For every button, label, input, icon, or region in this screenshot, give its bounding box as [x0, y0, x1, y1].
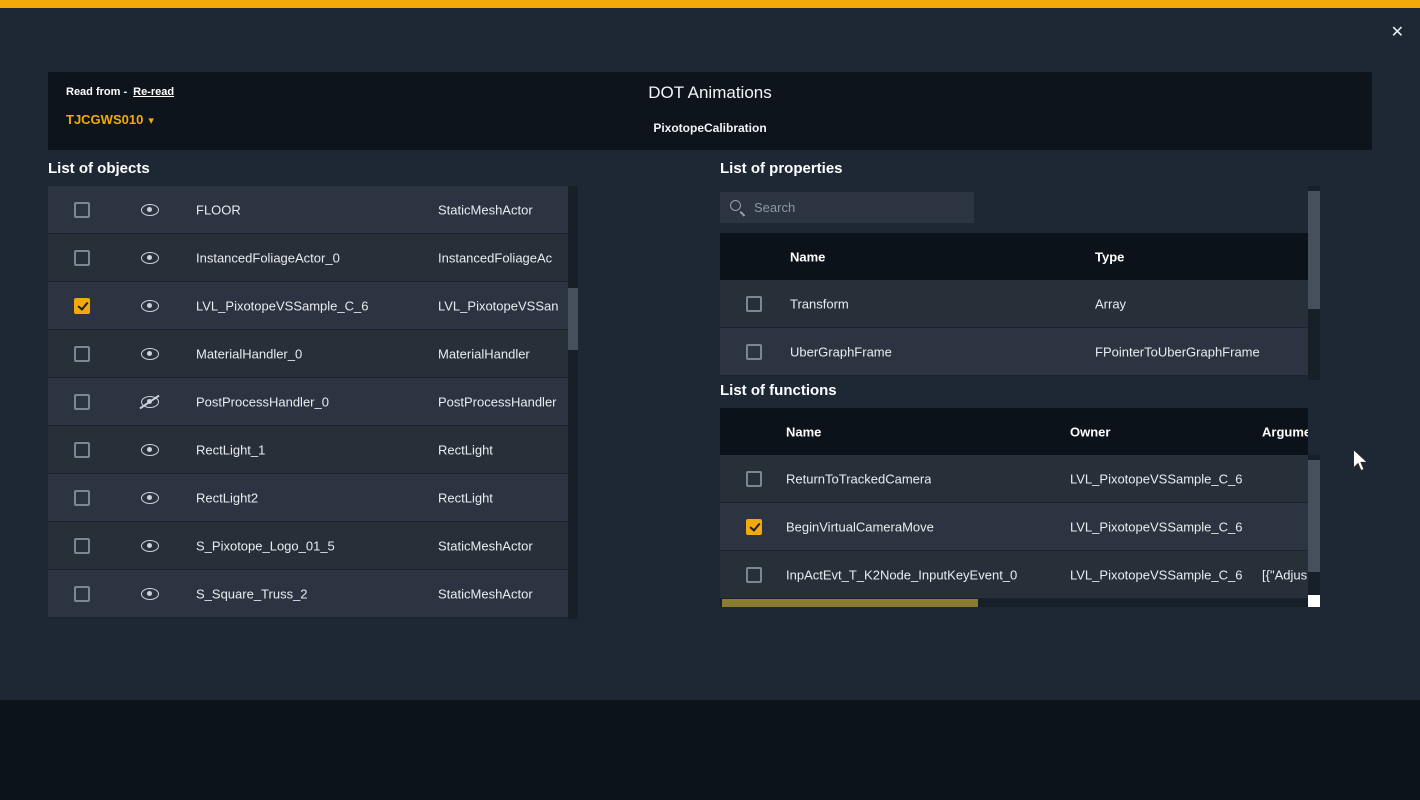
column-header-owner: Owner: [1070, 424, 1255, 439]
row-checkbox[interactable]: [74, 538, 90, 554]
eye-icon[interactable]: [140, 491, 160, 505]
function-row[interactable]: InpActEvt_T_K2Node_InputKeyEvent_0 LVL_P…: [720, 551, 1308, 599]
object-type: StaticMeshActor: [438, 586, 568, 601]
column-header-name: Name: [786, 424, 821, 439]
property-type: FPointerToUberGraphFrame: [1095, 344, 1300, 359]
eye-icon[interactable]: [140, 203, 160, 217]
properties-search[interactable]: [720, 192, 974, 223]
function-name: BeginVirtualCameraMove: [786, 519, 934, 534]
row-checkbox[interactable]: [746, 471, 762, 487]
eye-icon[interactable]: [140, 347, 160, 361]
property-row[interactable]: UberGraphFrame FPointerToUberGraphFrame: [720, 328, 1308, 376]
object-type: RectLight: [438, 490, 568, 505]
column-header-name: Name: [790, 249, 825, 264]
dialog-title: DOT Animations: [48, 83, 1372, 103]
function-owner: LVL_PixotopeVSSample_C_6: [1070, 519, 1255, 534]
object-row[interactable]: MaterialHandler_0 MaterialHandler: [48, 330, 568, 378]
search-icon: [730, 200, 745, 215]
dialog-footer: Cancel Select: [0, 700, 1420, 800]
row-checkbox[interactable]: [746, 519, 762, 535]
function-name: InpActEvt_T_K2Node_InputKeyEvent_0: [786, 567, 1017, 582]
object-row[interactable]: LVL_PixotopeVSSample_C_6 LVL_PixotopeVSS…: [48, 282, 568, 330]
dialog-header: Read from -Re-read TJCGWS010▾ DOT Animat…: [48, 72, 1372, 150]
mouse-cursor: [1352, 449, 1370, 475]
property-row[interactable]: Transform Array: [720, 280, 1308, 328]
object-name: FLOOR: [196, 202, 241, 217]
row-checkbox[interactable]: [74, 394, 90, 410]
eye-icon[interactable]: [140, 251, 160, 265]
object-name: RectLight2: [196, 490, 258, 505]
functions-heading: List of functions: [720, 382, 837, 399]
row-checkbox[interactable]: [74, 298, 90, 314]
row-checkbox[interactable]: [746, 344, 762, 360]
object-type: PostProcessHandler: [438, 394, 568, 409]
object-row[interactable]: S_Square_Truss_2 StaticMeshActor: [48, 570, 568, 618]
properties-scrollbar[interactable]: [1308, 186, 1320, 380]
object-name: InstancedFoliageActor_0: [196, 250, 340, 265]
objects-heading: List of objects: [48, 160, 150, 177]
function-row[interactable]: ReturnToTrackedCamera LVL_PixotopeVSSamp…: [720, 455, 1308, 503]
objects-scrollbar[interactable]: [568, 186, 578, 619]
function-owner: LVL_PixotopeVSSample_C_6: [1070, 567, 1255, 582]
object-name: MaterialHandler_0: [196, 346, 302, 361]
scrollbar-corner: [1308, 595, 1320, 607]
functions-horizontal-scrollbar-thumb[interactable]: [722, 599, 978, 607]
row-checkbox[interactable]: [746, 567, 762, 583]
properties-table: Name Type Transform Array UberGraphFrame…: [720, 233, 1308, 376]
functions-table-header: Name Owner Argume: [720, 408, 1308, 455]
property-name: UberGraphFrame: [790, 344, 892, 359]
property-type: Array: [1095, 296, 1300, 311]
functions-scrollbar-thumb[interactable]: [1308, 460, 1320, 572]
top-accent-bar: [0, 0, 1420, 8]
object-name: RectLight_1: [196, 442, 265, 457]
row-checkbox[interactable]: [74, 586, 90, 602]
properties-table-header: Name Type: [720, 233, 1308, 280]
object-type: LVL_PixotopeVSSan: [438, 298, 568, 313]
property-name: Transform: [790, 296, 849, 311]
row-checkbox[interactable]: [74, 202, 90, 218]
functions-horizontal-scrollbar[interactable]: [720, 599, 1308, 607]
search-input[interactable]: [754, 200, 954, 215]
object-type: MaterialHandler: [438, 346, 568, 361]
dialog-subtitle: PixotopeCalibration: [48, 121, 1372, 135]
object-row[interactable]: FLOOR StaticMeshActor: [48, 186, 568, 234]
object-type: RectLight: [438, 442, 568, 457]
functions-table: Name Owner Argume ReturnToTrackedCamera …: [720, 408, 1308, 599]
object-name: S_Square_Truss_2: [196, 586, 308, 601]
eye-off-icon[interactable]: [140, 395, 160, 409]
eye-icon[interactable]: [140, 539, 160, 553]
column-header-type: Type: [1095, 249, 1300, 264]
eye-icon[interactable]: [140, 443, 160, 457]
properties-heading: List of properties: [720, 160, 843, 177]
functions-scrollbar[interactable]: [1308, 455, 1320, 599]
object-type: StaticMeshActor: [438, 538, 568, 553]
row-checkbox[interactable]: [74, 346, 90, 362]
object-type: StaticMeshActor: [438, 202, 568, 217]
row-checkbox[interactable]: [746, 296, 762, 312]
properties-scrollbar-thumb[interactable]: [1308, 191, 1320, 309]
function-owner: LVL_PixotopeVSSample_C_6: [1070, 471, 1255, 486]
row-checkbox[interactable]: [74, 490, 90, 506]
object-name: PostProcessHandler_0: [196, 394, 329, 409]
eye-icon[interactable]: [140, 299, 160, 313]
function-name: ReturnToTrackedCamera: [786, 471, 931, 486]
function-arguments: [{"Adjus: [1262, 567, 1308, 582]
row-checkbox[interactable]: [74, 442, 90, 458]
object-row[interactable]: S_Pixotope_Logo_01_5 StaticMeshActor: [48, 522, 568, 570]
object-row[interactable]: PostProcessHandler_0 PostProcessHandler: [48, 378, 568, 426]
eye-icon[interactable]: [140, 587, 160, 601]
row-checkbox[interactable]: [74, 250, 90, 266]
objects-scrollbar-thumb[interactable]: [568, 288, 578, 350]
object-row[interactable]: InstancedFoliageActor_0 InstancedFoliage…: [48, 234, 568, 282]
object-name: S_Pixotope_Logo_01_5: [196, 538, 335, 553]
column-header-arguments: Argume: [1262, 424, 1308, 439]
objects-table: FLOOR StaticMeshActor InstancedFoliageAc…: [48, 186, 578, 619]
object-row[interactable]: RectLight2 RectLight: [48, 474, 568, 522]
object-name: LVL_PixotopeVSSample_C_6: [196, 298, 369, 313]
function-row[interactable]: BeginVirtualCameraMove LVL_PixotopeVSSam…: [720, 503, 1308, 551]
object-type: InstancedFoliageAc: [438, 250, 568, 265]
close-icon[interactable]: ✕: [1391, 22, 1404, 42]
object-row[interactable]: RectLight_1 RectLight: [48, 426, 568, 474]
